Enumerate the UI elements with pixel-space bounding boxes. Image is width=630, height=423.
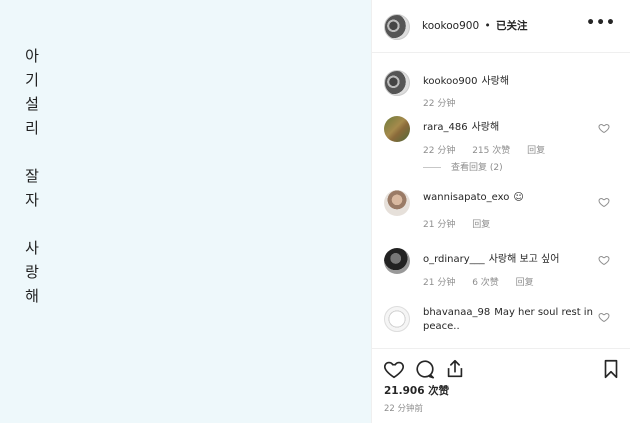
comment-meta: 21 分钟 回复 xyxy=(423,217,504,230)
comment-username[interactable]: rara_486 xyxy=(423,122,468,133)
comment-meta: 21 分钟 6 次赞 回复 xyxy=(423,275,548,288)
post-vertical-text: 아 기 설 리 잘 자 사 랑 해 xyxy=(22,44,42,308)
comments-list: kookoo900 사랑해 22 分钟 rara_486 사랑해 22 分钟 215… xyxy=(372,54,630,348)
reply-button[interactable]: 回复 xyxy=(516,278,534,288)
comment-text: ☺ xyxy=(513,192,524,203)
comment-text: 사랑해 xyxy=(471,122,500,133)
comment-item: wannisapato_exo ☺ xyxy=(423,192,524,203)
like-comment-heart-icon[interactable] xyxy=(598,254,610,266)
comment-text-continued: peace.. xyxy=(423,321,460,332)
comment-time: 22 分钟 xyxy=(423,99,456,109)
comment-username[interactable]: bhavanaa_98 xyxy=(423,307,490,318)
reply-button[interactable]: 回复 xyxy=(527,146,545,156)
post-side-panel: kookoo900 • 已关注 ••• kookoo900 사랑해 22 分钟 r… xyxy=(372,0,630,423)
post-image: 아 기 설 리 잘 자 사 랑 해 xyxy=(0,0,372,423)
view-replies-button[interactable]: 查看回复 (2) xyxy=(423,160,503,173)
reply-button[interactable]: 回复 xyxy=(472,220,490,230)
comment-item: kookoo900 사랑해 xyxy=(423,72,509,87)
post-text-char: 해 xyxy=(25,287,39,305)
post-text-char: 기 xyxy=(25,71,39,89)
post-text-char: 잘 xyxy=(25,167,39,185)
comment-likes[interactable]: 6 次赞 xyxy=(472,278,499,288)
comment-username[interactable]: kookoo900 xyxy=(423,76,477,87)
post-text-gap xyxy=(22,212,42,236)
comment-meta: 22 分钟 xyxy=(423,96,469,109)
view-replies-label: 查看回复 (2) xyxy=(451,163,503,173)
comment-time: 21 分钟 xyxy=(423,220,456,230)
comment-username[interactable]: wannisapato_exo xyxy=(423,192,509,203)
divider xyxy=(423,167,441,168)
likes-count[interactable]: 21.906 次赞 xyxy=(384,383,449,398)
heart-icon[interactable] xyxy=(383,358,405,380)
header-username[interactable]: kookoo900 xyxy=(422,20,479,32)
comment-item: rara_486 사랑해 xyxy=(423,118,499,133)
comment-text: 사랑해 보고 싶어 xyxy=(488,254,560,265)
post-text-char: 랑 xyxy=(25,263,39,281)
comment-likes[interactable]: 215 次赞 xyxy=(472,146,510,156)
comment-time: 22 分钟 xyxy=(423,146,456,156)
post-header: kookoo900 • 已关注 ••• xyxy=(372,0,630,53)
post-text-gap xyxy=(22,140,42,164)
post-text-char: 사 xyxy=(25,239,39,257)
comment-meta: 22 分钟 215 次赞 回复 xyxy=(423,143,559,156)
like-comment-heart-icon[interactable] xyxy=(598,122,610,134)
comment-username[interactable]: o_rdinary___ xyxy=(423,254,485,265)
post-text-char: 아 xyxy=(25,47,39,65)
follow-button[interactable]: 已关注 xyxy=(496,20,528,32)
avatar[interactable] xyxy=(384,306,410,332)
more-icon[interactable]: ••• xyxy=(586,15,616,31)
bookmark-icon[interactable] xyxy=(600,358,622,380)
avatar[interactable] xyxy=(384,248,410,274)
avatar[interactable] xyxy=(384,70,410,96)
comment-item: bhavanaa_98 May her soul rest in xyxy=(423,307,593,318)
avatar[interactable] xyxy=(384,190,410,216)
header-separator: • xyxy=(484,20,491,32)
header-user-line: kookoo900 • 已关注 xyxy=(422,18,528,33)
like-comment-heart-icon[interactable] xyxy=(598,311,610,323)
like-comment-heart-icon[interactable] xyxy=(598,196,610,208)
comment-text: May her soul rest in xyxy=(494,307,593,318)
post-text-char: 설 xyxy=(25,95,39,113)
post-text-char: 자 xyxy=(25,191,39,209)
post-timestamp: 22 分钟前 xyxy=(384,404,424,414)
share-icon[interactable] xyxy=(444,358,466,380)
comment-time: 21 分钟 xyxy=(423,278,456,288)
post-text-char: 리 xyxy=(25,119,39,137)
comment-text: 사랑해 xyxy=(481,76,510,87)
comment-icon[interactable] xyxy=(414,358,436,380)
comment-item: o_rdinary___ 사랑해 보고 싶어 xyxy=(423,250,559,265)
avatar[interactable] xyxy=(384,116,410,142)
avatar[interactable] xyxy=(384,14,410,40)
